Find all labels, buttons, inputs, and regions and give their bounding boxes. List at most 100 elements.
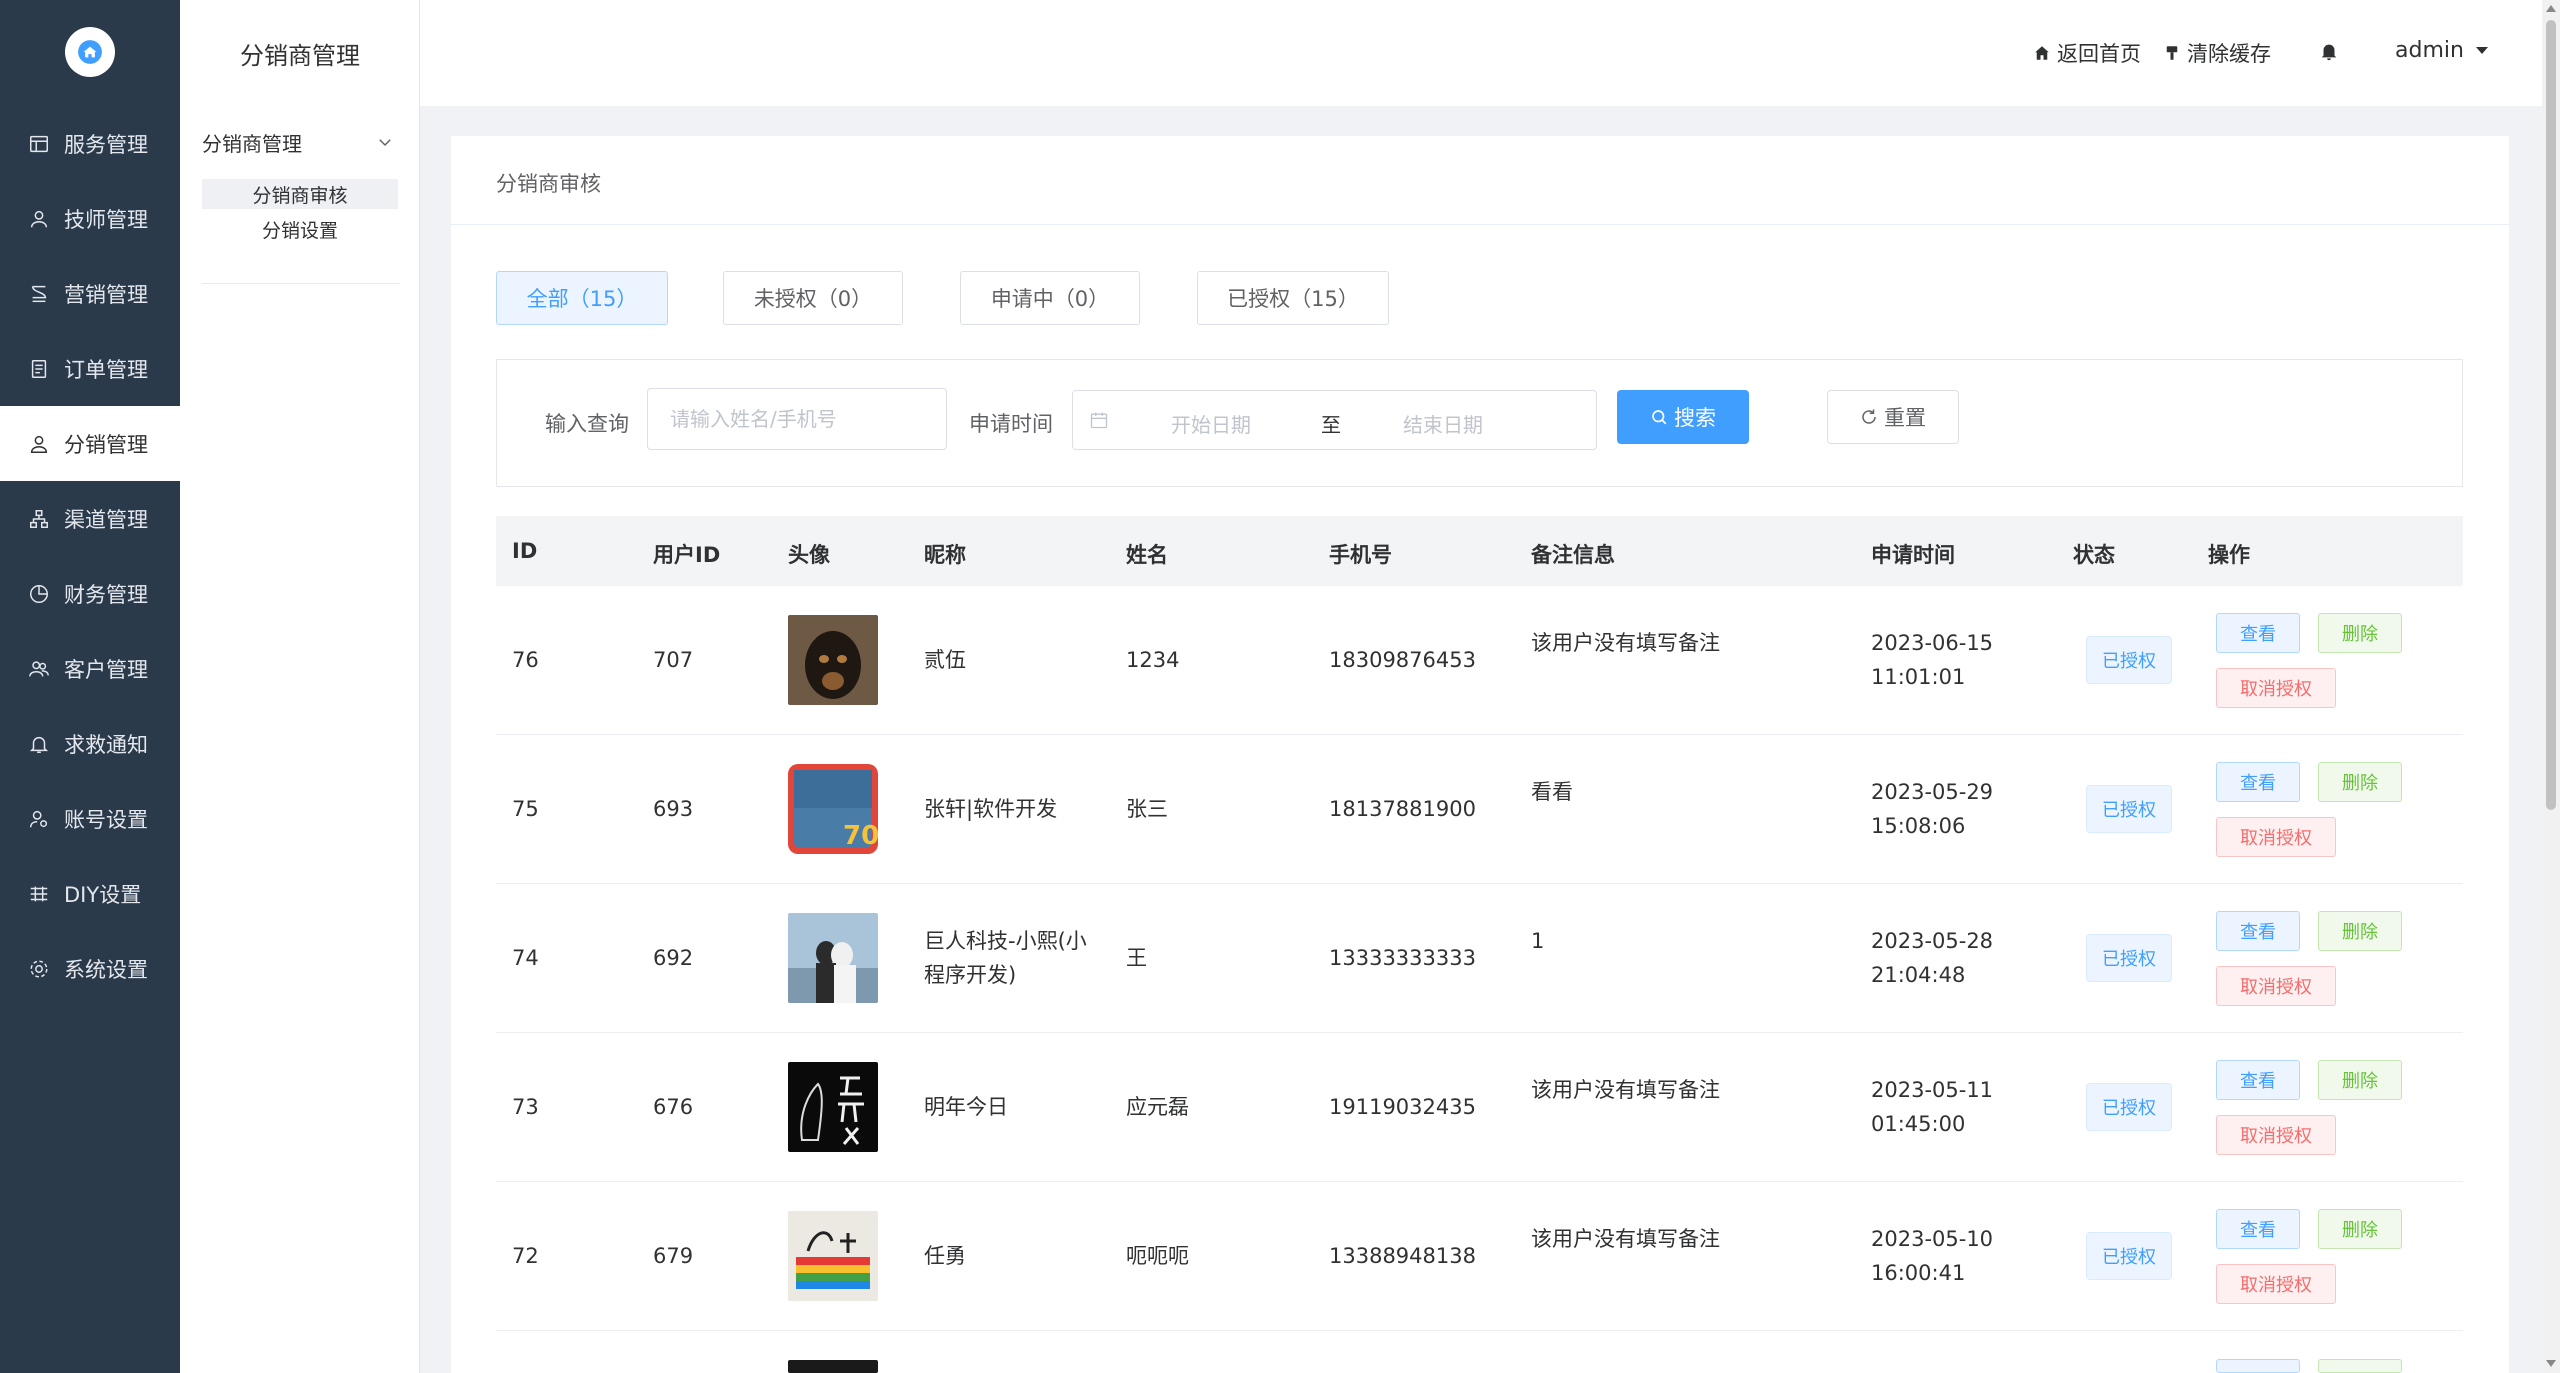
- sidebar-item-finance[interactable]: 财务管理: [0, 556, 180, 631]
- end-date-input[interactable]: 结束日期: [1403, 409, 1483, 438]
- cell-id: 75: [512, 797, 539, 821]
- cell-apply-time: 01:45:00: [1871, 1112, 1966, 1136]
- cell-apply-date: 2023-05-11: [1871, 1078, 1994, 1102]
- tab-authorized[interactable]: 已授权（15）: [1197, 271, 1389, 325]
- scroll-down-arrow-icon[interactable]: [2546, 1360, 2556, 1367]
- delete-button[interactable]: 删除: [2318, 1060, 2402, 1100]
- view-button[interactable]: 查看: [2216, 911, 2300, 951]
- sidebar-item-alert[interactable]: 求救通知: [0, 706, 180, 781]
- cell-remark: 该用户没有填写备注: [1531, 631, 1720, 655]
- sidebar-item-label: 账号设置: [64, 807, 148, 832]
- subnav-item-distributor-review[interactable]: 分销商审核: [202, 179, 398, 209]
- view-button[interactable]: [2216, 1359, 2300, 1373]
- sidebar-item-channel[interactable]: 渠道管理: [0, 481, 180, 556]
- tab-unauthorized[interactable]: 未授权（0）: [723, 271, 903, 325]
- diy-icon: [28, 883, 50, 905]
- avatar: [788, 615, 878, 705]
- cell-name: 应元磊: [1126, 1095, 1189, 1119]
- page-scrollbar[interactable]: [2542, 0, 2560, 1373]
- view-button[interactable]: 查看: [2216, 1209, 2300, 1249]
- sidebar-item-label: 渠道管理: [64, 507, 148, 532]
- view-button[interactable]: 查看: [2216, 613, 2300, 653]
- scroll-up-arrow-icon[interactable]: [2546, 5, 2556, 12]
- sidebar-item-technician[interactable]: 技师管理: [0, 181, 180, 256]
- avatar: [788, 913, 878, 1003]
- sidebar-item-diy[interactable]: DIY设置: [0, 856, 180, 931]
- channel-icon: [28, 508, 50, 530]
- back-home-label: 返回首页: [2057, 42, 2141, 66]
- search-button[interactable]: 搜索: [1617, 390, 1749, 444]
- date-range-picker[interactable]: 开始日期 至 结束日期: [1072, 390, 1597, 450]
- cell-name: 王: [1126, 946, 1147, 970]
- revoke-authorization-button[interactable]: 取消授权: [2216, 966, 2336, 1006]
- view-button[interactable]: 查看: [2216, 762, 2300, 802]
- marketing-icon: [28, 283, 50, 305]
- status-badge: 已授权: [2086, 1232, 2172, 1280]
- page-title: 分销商审核: [496, 172, 601, 196]
- delete-button[interactable]: 删除: [2318, 911, 2402, 951]
- reset-button[interactable]: 重置: [1827, 390, 1959, 444]
- delete-button[interactable]: 删除: [2318, 1209, 2402, 1249]
- subnav-group-label: 分销商管理: [202, 131, 302, 156]
- cell-remark: 看看: [1531, 780, 1573, 804]
- logo[interactable]: [65, 27, 115, 77]
- col-header-name: 姓名: [1126, 543, 1168, 567]
- table-row: 73 676 明年今日 应元磊 19119032435 该用户没有填写备注 20…: [496, 1033, 2463, 1182]
- sidebar-item-distribution[interactable]: 分销管理: [0, 406, 180, 481]
- status-badge: 已授权: [2086, 934, 2172, 982]
- view-button[interactable]: 查看: [2216, 1060, 2300, 1100]
- distribution-icon: [28, 433, 50, 455]
- sidebar-item-order[interactable]: 订单管理: [0, 331, 180, 406]
- notification-bell-icon[interactable]: [2318, 40, 2340, 62]
- tab-applying[interactable]: 申请中（0）: [960, 271, 1140, 325]
- clear-cache-label: 清除缓存: [2187, 42, 2271, 66]
- sidebar-item-marketing[interactable]: 营销管理: [0, 256, 180, 331]
- delete-button[interactable]: [2318, 1359, 2402, 1373]
- subnav-title: 分销商管理: [240, 42, 360, 70]
- revoke-authorization-button[interactable]: 取消授权: [2216, 1264, 2336, 1304]
- order-icon: [28, 358, 50, 380]
- subnav-group-distributor[interactable]: 分销商管理: [202, 124, 400, 160]
- user-menu[interactable]: admin: [2395, 38, 2488, 63]
- broom-icon: [2166, 46, 2178, 60]
- table-row: 72 679 任勇 呃呃呃 13388948138 该用户没有填写备注 2023…: [496, 1182, 2463, 1331]
- sidebar-item-system[interactable]: 系统设置: [0, 931, 180, 1006]
- col-header-status: 状态: [2073, 543, 2115, 567]
- cell-nickname: 贰伍: [924, 648, 966, 672]
- clear-cache-link[interactable]: 清除缓存: [2163, 38, 2271, 68]
- col-header-actions: 操作: [2208, 543, 2250, 567]
- sidebar-item-label: 分销管理: [64, 432, 148, 457]
- delete-button[interactable]: 删除: [2318, 613, 2402, 653]
- tab-all[interactable]: 全部（15）: [496, 271, 668, 325]
- delete-button[interactable]: 删除: [2318, 762, 2402, 802]
- cell-phone: 18309876453: [1329, 648, 1476, 672]
- apply-time-label: 申请时间: [969, 412, 1053, 436]
- sidebar-item-label: 求救通知: [64, 732, 148, 757]
- cell-apply-time: 11:01:01: [1871, 665, 1966, 689]
- back-home-link[interactable]: 返回首页: [2033, 38, 2141, 68]
- sidebar-item-label: 服务管理: [64, 132, 148, 157]
- cell-id: 74: [512, 946, 539, 970]
- top-header: 返回首页 清除缓存 admin: [420, 0, 2542, 106]
- sidebar-item-account[interactable]: 账号设置: [0, 781, 180, 856]
- alert-bell-icon: [28, 733, 50, 755]
- subnav-item-distribution-settings[interactable]: 分销设置: [202, 214, 398, 244]
- col-header-phone: 手机号: [1329, 543, 1392, 567]
- scrollbar-thumb[interactable]: [2546, 20, 2556, 810]
- main-content-card: 分销商审核 全部（15） 未授权（0） 申请中（0） 已授权（15） 输入查询 …: [451, 136, 2509, 1373]
- cell-phone: 19119032435: [1329, 1095, 1476, 1119]
- revoke-authorization-button[interactable]: 取消授权: [2216, 817, 2336, 857]
- revoke-authorization-button[interactable]: 取消授权: [2216, 668, 2336, 708]
- col-header-user-id: 用户ID: [653, 543, 721, 567]
- sidebar-item-customer[interactable]: 客户管理: [0, 631, 180, 706]
- search-input[interactable]: [647, 388, 947, 450]
- cell-apply-time: 15:08:06: [1871, 814, 1966, 838]
- cell-user-id: 707: [653, 648, 694, 672]
- cell-user-id: 692: [653, 946, 694, 970]
- cell-name: 1234: [1126, 648, 1180, 672]
- cell-nickname: 张轩|软件开发: [924, 797, 1058, 821]
- reset-button-label: 重置: [1884, 406, 1926, 430]
- sidebar-item-service[interactable]: 服务管理: [0, 106, 180, 181]
- start-date-input[interactable]: 开始日期: [1171, 409, 1251, 438]
- revoke-authorization-button[interactable]: 取消授权: [2216, 1115, 2336, 1155]
